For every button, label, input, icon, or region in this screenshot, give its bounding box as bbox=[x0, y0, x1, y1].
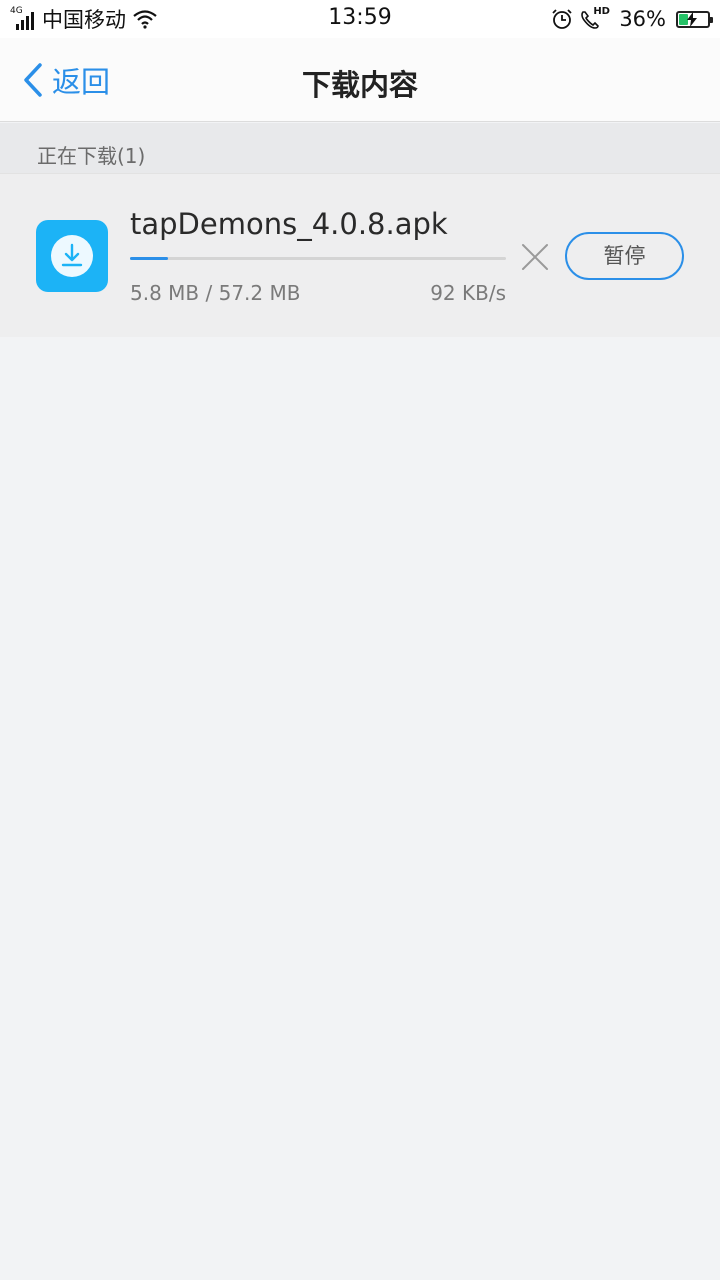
download-icon bbox=[36, 220, 108, 292]
download-item[interactable]: tapDemons_4.0.8.apk 5.8 MB / 57.2 MB 92 … bbox=[0, 173, 720, 337]
size-text: 5.8 MB / 57.2 MB bbox=[130, 281, 301, 305]
bolt-icon bbox=[687, 11, 697, 27]
cancel-button[interactable] bbox=[520, 242, 550, 272]
pause-button[interactable]: 暂停 bbox=[565, 232, 684, 280]
hd-label: HD bbox=[593, 6, 610, 17]
status-right: HD 36% bbox=[551, 6, 713, 32]
speed-text: 92 KB/s bbox=[430, 281, 506, 305]
section-label: 正在下载(1) bbox=[37, 144, 146, 168]
section-header: 正在下载(1) bbox=[0, 123, 720, 173]
page-title: 下载内容 bbox=[301, 68, 418, 102]
progress-fill bbox=[130, 257, 168, 260]
progress-bar bbox=[130, 257, 506, 260]
file-name: tapDemons_4.0.8.apk bbox=[130, 207, 448, 241]
status-bar: 4G 中国移动 13:59 HD 36% bbox=[0, 0, 720, 38]
alarm-icon bbox=[552, 9, 572, 29]
nav-bar: 返回 下载内容 bbox=[0, 38, 720, 122]
battery-percent: 36% bbox=[619, 7, 666, 31]
battery-charging-icon bbox=[676, 10, 713, 28]
close-icon bbox=[522, 244, 548, 270]
hd-call-icon: HD bbox=[579, 6, 611, 31]
